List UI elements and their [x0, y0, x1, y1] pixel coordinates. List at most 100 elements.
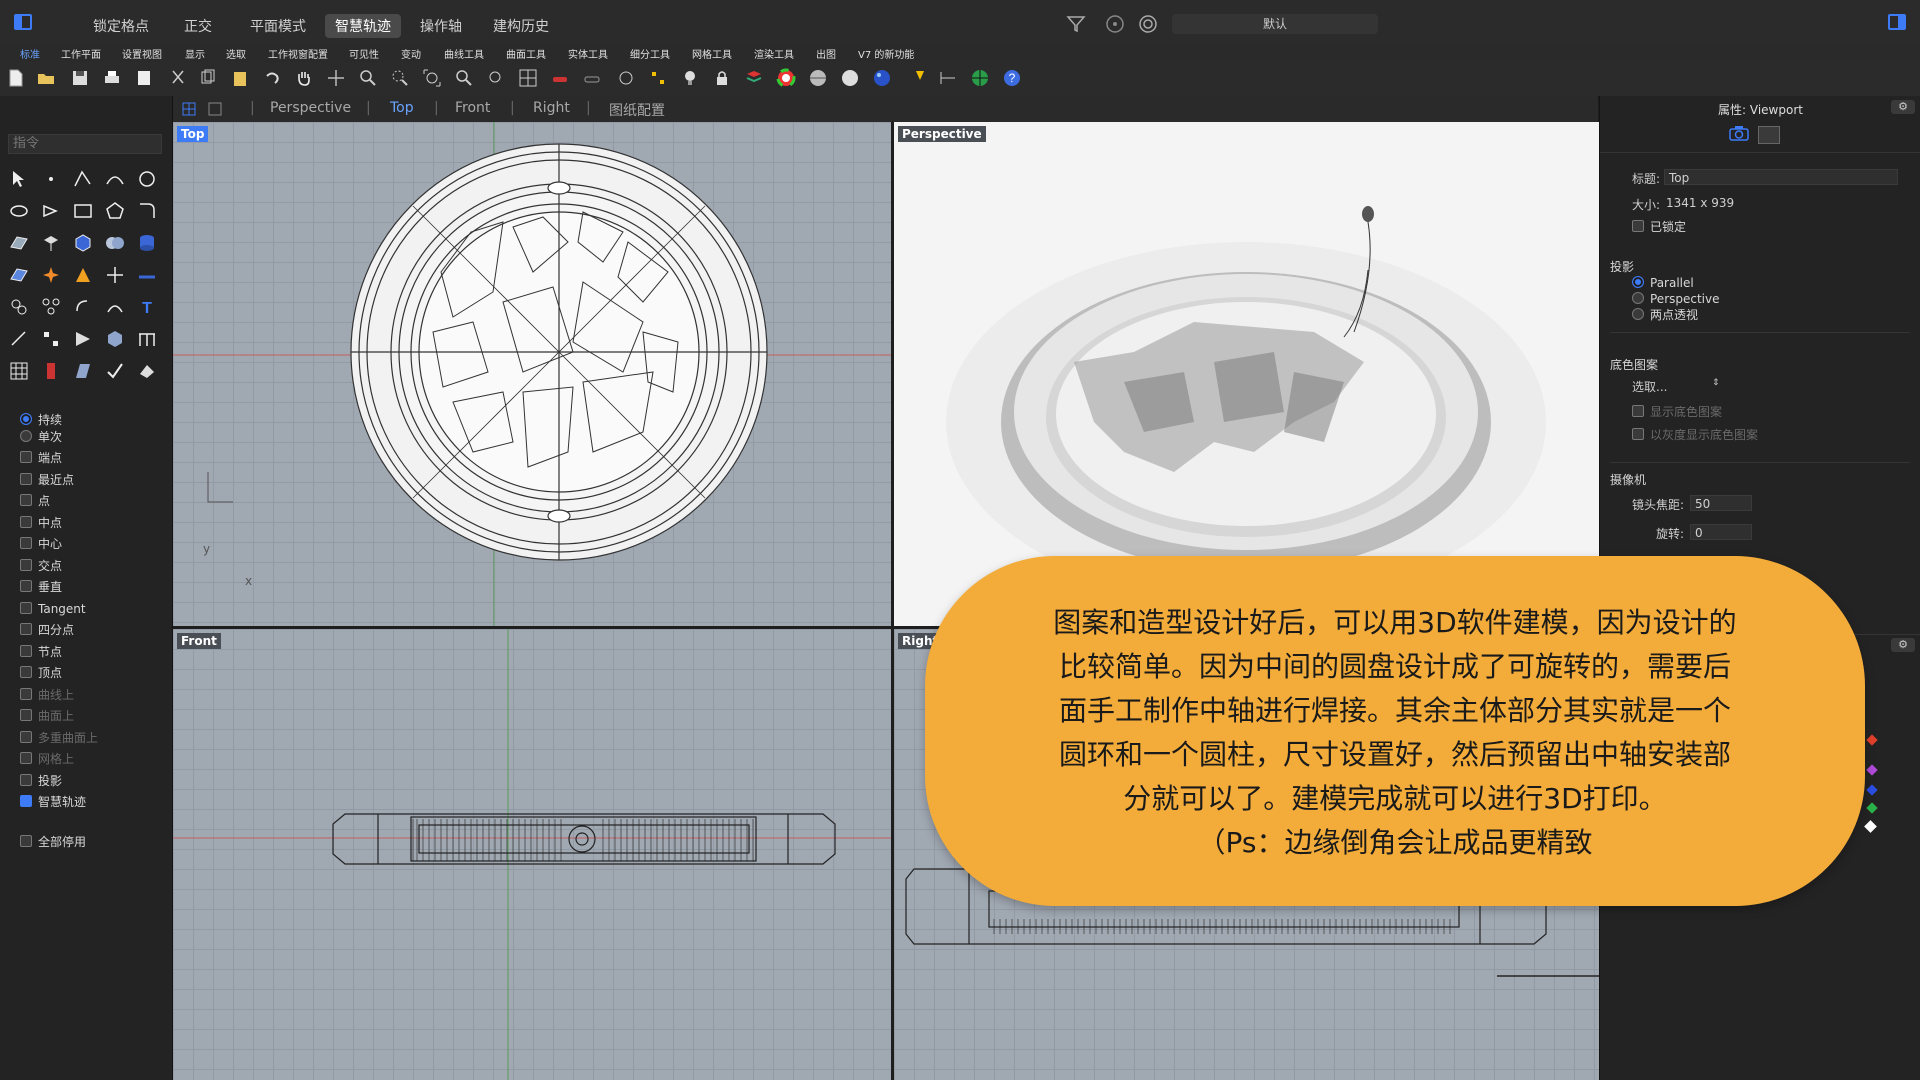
wireframe-car-icon[interactable]	[582, 68, 602, 88]
tab-perspective[interactable]: Perspective	[270, 100, 351, 116]
menu-ortho[interactable]: 正交	[174, 14, 222, 38]
filter-icon[interactable]	[1066, 14, 1086, 34]
paste-icon[interactable]	[230, 68, 250, 88]
osnap-perpendicular[interactable]: 垂直	[20, 578, 62, 596]
osnap-icon[interactable]	[1105, 14, 1125, 34]
open-folder-icon[interactable]	[36, 68, 56, 88]
osnap-knot[interactable]: 节点	[20, 643, 62, 661]
scale-icon[interactable]	[104, 296, 126, 318]
check-icon[interactable]	[104, 360, 126, 382]
osnap-on-surface[interactable]: 曲面上	[20, 707, 74, 725]
gray-wallpaper-checkbox[interactable]: 以灰度显示底色图案	[1632, 426, 1758, 444]
osnap-tangent[interactable]: Tangent	[20, 600, 86, 618]
four-viewport-icon[interactable]	[182, 102, 196, 116]
layers-gear-icon[interactable]: ⚙	[1891, 638, 1915, 652]
single-viewport-icon[interactable]	[208, 102, 222, 116]
copy-icon[interactable]	[198, 68, 218, 88]
magenta-layer-icon[interactable]	[1866, 764, 1878, 776]
sidebar-toggle-icon[interactable]	[14, 14, 32, 30]
white-layer-icon[interactable]	[1864, 820, 1877, 833]
osnap-single[interactable]: 单次	[20, 428, 62, 446]
locked-checkbox[interactable]: 已锁定	[1632, 218, 1686, 236]
new-file-icon[interactable]	[6, 68, 26, 88]
snap-points-icon[interactable]	[40, 328, 62, 350]
osnap-vertex[interactable]: 顶点	[20, 664, 62, 682]
shaded-sphere-icon[interactable]	[808, 68, 828, 88]
undo-view-icon[interactable]	[486, 68, 506, 88]
tab-front[interactable]: Front	[455, 100, 490, 116]
menu-smarttrack[interactable]: 智慧轨迹	[325, 14, 401, 38]
block-icon[interactable]	[104, 328, 126, 350]
rotate-view-icon[interactable]	[326, 68, 346, 88]
osnap-persistent[interactable]: 持续	[20, 411, 62, 429]
osnap-mid[interactable]: 中点	[20, 514, 62, 532]
array-icon[interactable]	[40, 296, 62, 318]
pan-hand-icon[interactable]	[294, 68, 314, 88]
surface-icon[interactable]	[8, 232, 30, 254]
osnap-end[interactable]: 端点	[20, 449, 62, 467]
viewport-top-label[interactable]: Top	[177, 126, 209, 142]
mirror-icon[interactable]	[72, 360, 94, 382]
viewport-perspective-label[interactable]: Perspective	[898, 126, 986, 142]
viewport-perspective[interactable]: Perspective	[894, 122, 1599, 626]
polygon-icon[interactable]	[104, 200, 126, 222]
rotate-icon[interactable]	[72, 296, 94, 318]
car-render-icon[interactable]	[550, 68, 570, 88]
orient-icon[interactable]	[72, 328, 94, 350]
tab-display[interactable]: 显示	[185, 46, 205, 61]
trim-icon[interactable]	[104, 264, 126, 286]
zoom-selected-icon[interactable]	[454, 68, 474, 88]
viewport-front-label[interactable]: Front	[177, 633, 221, 649]
tab-layouts[interactable]: 图纸配置	[609, 100, 665, 120]
osnap-quad[interactable]: 四分点	[20, 621, 74, 639]
camera-icon[interactable]	[1728, 124, 1750, 142]
right-panel-toggle-icon[interactable]	[1888, 14, 1906, 30]
drafting-icon[interactable]	[136, 360, 158, 382]
history-icon[interactable]	[616, 68, 636, 88]
cut-icon[interactable]	[168, 68, 188, 88]
mesh-icon[interactable]	[8, 264, 30, 286]
explode-icon[interactable]	[40, 264, 62, 286]
select-points-icon[interactable]	[648, 68, 668, 88]
tab-new-in-v7[interactable]: V7 的新功能	[858, 46, 914, 61]
zoom-window-icon[interactable]	[390, 68, 410, 88]
tab-solid-tools[interactable]: 实体工具	[568, 46, 608, 61]
rotation-field[interactable]: 0	[1690, 524, 1752, 540]
box-icon[interactable]	[72, 232, 94, 254]
arc-icon[interactable]	[40, 200, 62, 222]
show-wallpaper-checkbox[interactable]: 显示底色图案	[1632, 403, 1722, 421]
join-icon[interactable]	[136, 264, 158, 286]
dimension-icon[interactable]	[938, 68, 958, 88]
menu-history[interactable]: 建构历史	[483, 14, 559, 38]
zoom-extents-icon[interactable]	[422, 68, 442, 88]
tab-set-view[interactable]: 设置视图	[122, 46, 162, 61]
tab-drafting[interactable]: 出图	[816, 46, 836, 61]
undo-icon[interactable]	[262, 68, 282, 88]
blue-sphere-icon[interactable]	[872, 68, 892, 88]
green-layer-icon[interactable]	[1866, 802, 1878, 814]
tab-top[interactable]: Top	[390, 100, 414, 116]
cylinder-icon[interactable]	[136, 232, 158, 254]
gumball-tool-icon[interactable]	[40, 360, 62, 382]
help-icon[interactable]: ?	[1002, 68, 1022, 88]
panel-gear-icon[interactable]: ⚙	[1891, 100, 1915, 114]
color-wheel-icon[interactable]	[776, 68, 796, 88]
viewport-tab-icon[interactable]	[1758, 126, 1780, 144]
single-radio[interactable]	[20, 430, 32, 442]
viewport-top[interactable]: y x Top	[173, 122, 891, 626]
tab-right[interactable]: Right	[533, 100, 570, 116]
menu-grid-snap[interactable]: 锁定格点	[83, 14, 159, 38]
lock-icon[interactable]	[712, 68, 732, 88]
blue-layer-icon[interactable]	[1866, 784, 1878, 796]
text-icon[interactable]: T	[136, 296, 158, 318]
save-icon[interactable]	[70, 68, 90, 88]
osnap-project[interactable]: 投影	[20, 772, 62, 790]
osnap-center[interactable]: 中心	[20, 535, 62, 553]
red-layer-icon[interactable]	[1866, 734, 1878, 746]
menu-planar[interactable]: 平面模式	[240, 14, 316, 38]
light-bulb-icon[interactable]	[680, 68, 700, 88]
focal-length-field[interactable]: 50	[1690, 495, 1752, 511]
tab-select[interactable]: 选取	[226, 46, 246, 61]
menu-gumball[interactable]: 操作轴	[410, 14, 472, 38]
import-icon[interactable]	[134, 68, 154, 88]
